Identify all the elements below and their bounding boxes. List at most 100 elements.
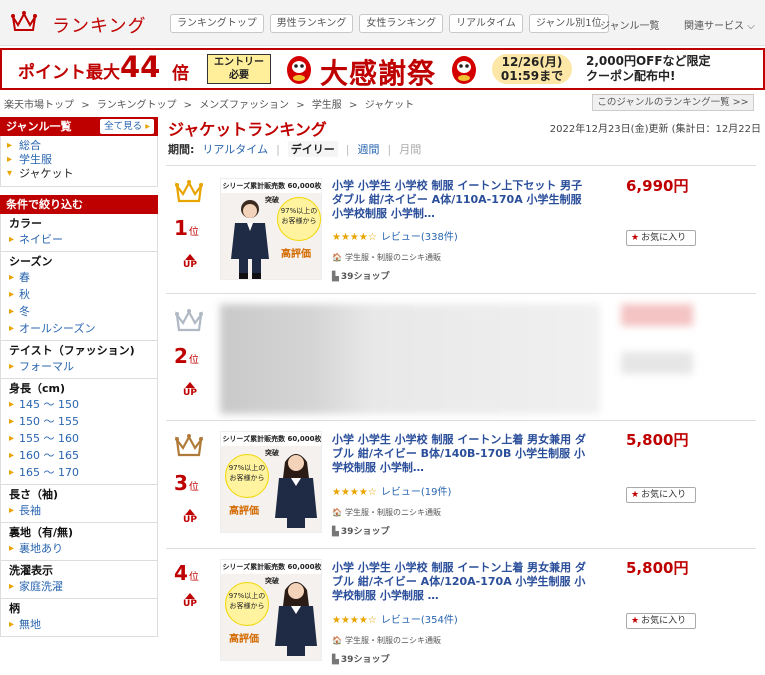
nav-genre-first[interactable]: ジャンル別1位	[528, 14, 609, 33]
breadcrumb-school-uniform[interactable]: 学生服	[312, 100, 342, 111]
thumb-rating-circle: 97%以上の お客様から	[277, 197, 321, 241]
ranking-item: 4位 UP シリーズ累計販売数 60,000枚突破 97%以上の お客様から 高…	[166, 548, 756, 675]
filter-option[interactable]: 春	[9, 269, 157, 286]
breadcrumb-jacket[interactable]: ジャケット	[365, 100, 415, 111]
product-title-link[interactable]: 小学 小学生 小学校 制服 イートン上着 男女兼用 ダブル 紺/ネイビー A体/…	[332, 561, 594, 603]
product-price: 6,990円	[626, 177, 689, 195]
filter-option[interactable]: 裏地あり	[9, 540, 157, 557]
filter-option[interactable]: オールシーズン	[9, 320, 157, 337]
breadcrumb-separator: >	[349, 100, 358, 111]
shop-name-link[interactable]: 🏠 学生服・制服のニシキ通販	[332, 635, 441, 646]
star-icon: ★	[631, 616, 640, 626]
campaign-banner[interactable]: ポイント最大 44 倍 エントリー 必要 大感謝祭 12/26(月) 01:59…	[0, 48, 765, 90]
breadcrumb: 楽天市場トップ > ランキングトップ > メンズファッション > 学生服 > ジ…	[4, 96, 418, 111]
genre-ranking-list-link[interactable]: このジャンルのランキング一覧 >>	[592, 94, 754, 111]
tab-realtime[interactable]: リアルタイム	[202, 141, 268, 157]
favorite-button[interactable]: ★ お気に入り	[626, 487, 696, 503]
breadcrumb-rakuten-top[interactable]: 楽天市場トップ	[4, 100, 74, 111]
filter-option[interactable]: 145 ～ 150	[9, 396, 157, 413]
genre-list: 総合 学生服 ジャケット	[0, 136, 158, 187]
filter-option[interactable]: 無地	[9, 616, 157, 633]
tab-monthly: 月間	[399, 143, 422, 156]
nav-realtime[interactable]: リアルタイム	[449, 14, 523, 33]
shop-name: 学生服・制服のニシキ通販	[344, 636, 441, 645]
genre-item-school-uniform[interactable]: 学生服	[7, 153, 157, 167]
rank-value: 2	[174, 344, 188, 368]
product-thumbnail[interactable]: シリーズ累計販売数 60,000枚突破 97%以上の お客様から 高評価	[220, 431, 322, 533]
deadline-line2: 01:59まで	[500, 69, 564, 83]
filter-option[interactable]: 長袖	[9, 502, 157, 519]
rank-up-indicator: UP	[180, 254, 200, 271]
filter-option[interactable]: 155 ～ 160	[9, 430, 157, 447]
header-nav: ランキングトップ 男性ランキング 女性ランキング リアルタイム ジャンル別1位	[170, 14, 609, 33]
product-thumbnail[interactable]: シリーズ累計販売数 60,000枚突破 97%以上の お客様から 高評価	[220, 559, 322, 661]
rank-up-label: UP	[183, 388, 197, 398]
favorite-button[interactable]: ★ お気に入り	[626, 230, 696, 246]
filter-option[interactable]: 秋	[9, 286, 157, 303]
coupon-line2: クーポン配布中!	[586, 69, 676, 83]
nav-ranking-top[interactable]: ランキングトップ	[170, 14, 264, 33]
filter-option[interactable]: 冬	[9, 303, 157, 320]
nav-men-ranking[interactable]: 男性ランキング	[269, 14, 354, 33]
page-title: ジャケットランキング	[168, 120, 327, 139]
rank-up-label: UP	[183, 515, 197, 525]
ranking-logo-text[interactable]: ランキング	[52, 12, 146, 38]
shop-name-link[interactable]: 🏠 学生服・制服のニシキ通販	[332, 507, 441, 518]
filter-option[interactable]: フォーマル	[9, 358, 157, 375]
ranking-item: 1位 UP シリーズ累計販売数 60,000枚突破 97%以上の お客様から 高…	[166, 165, 756, 293]
breadcrumb-separator: >	[296, 100, 305, 111]
student-boy-image	[231, 200, 269, 279]
filter-header-label: 条件で絞り込む	[6, 198, 83, 211]
blurred-price	[621, 304, 693, 326]
shop-icon: 🏠	[332, 636, 342, 645]
related-services-menu[interactable]: 関連サービス ⌵	[684, 17, 755, 32]
ranking-item: 2位 UP	[166, 293, 756, 420]
top-header: ランキング ランキングトップ 男性ランキング 女性ランキング リアルタイム ジャ…	[0, 0, 765, 46]
product-title-link[interactable]: 小学 小学生 小学校 制服 イートン上着 男女兼用 ダブル 紺/ネイビー B体/…	[332, 433, 594, 475]
filter-option[interactable]: 家庭洗濯	[9, 578, 157, 595]
crown-logo-icon[interactable]	[10, 8, 38, 36]
filter-option[interactable]: 165 ～ 170	[9, 464, 157, 481]
filter-option[interactable]: ネイビー	[9, 231, 157, 248]
filter-lining: 裏地（有/無) 裏地あり	[0, 523, 158, 561]
filter-season: シーズン 春 秋 冬 オールシーズン	[0, 252, 158, 341]
favorite-button[interactable]: ★ お気に入り	[626, 613, 696, 629]
rank-up-label: UP	[183, 599, 197, 609]
daruma-icon	[287, 56, 311, 84]
review-label: レビュー	[380, 487, 421, 498]
blurred-favorite	[621, 352, 693, 374]
shop-name: 学生服・制服のニシキ通販	[344, 253, 441, 262]
genre-list-header: ジャンル一覧 全て見る ▸	[0, 117, 158, 136]
genre-item-overall[interactable]: 総合	[7, 139, 157, 153]
shop39-label: ▙ 39ショップ	[332, 652, 389, 665]
filter-title: テイスト（ファッション)	[9, 344, 135, 357]
nav-women-ranking[interactable]: 女性ランキング	[359, 14, 444, 33]
filter-option[interactable]: 160 ～ 165	[9, 447, 157, 464]
product-thumbnail[interactable]: シリーズ累計販売数 60,000枚突破 97%以上の お客様から 高評価	[220, 178, 322, 280]
filter-option[interactable]: 150 ～ 155	[9, 413, 157, 430]
coupon-line1: 2,000円OFFなど限定	[586, 54, 711, 68]
updated-date: 2022年12月23日(金)更新 (集計日：12月22日	[549, 124, 761, 135]
review-link[interactable]: レビュー(354件)	[381, 615, 458, 626]
rank-suffix: 位	[188, 482, 199, 493]
ranking-item: 3位 UP シリーズ累計販売数 60,000枚突破 97%以上の お客様から 高…	[166, 420, 756, 548]
shop-icon: 🏠	[332, 508, 342, 517]
genre-list-header-link[interactable]: ジャンル一覧	[600, 17, 660, 32]
tab-weekly[interactable]: 週間	[358, 141, 380, 157]
breadcrumb-mens-fashion[interactable]: メンズファッション	[199, 100, 289, 111]
review-link[interactable]: レビュー(19件)	[381, 487, 452, 498]
see-all-button[interactable]: 全て見る ▸	[100, 119, 154, 134]
review-link[interactable]: レビュー(338件)	[381, 232, 458, 243]
thumb-rating-circle: 97%以上の お客様から	[225, 582, 269, 626]
rank-number: 1位	[174, 216, 199, 240]
chevron-down-icon: ⌵	[747, 21, 755, 32]
breadcrumb-separator: >	[183, 100, 193, 111]
gold-crown-icon	[175, 180, 203, 203]
rank-up-indicator: UP	[180, 382, 200, 399]
product-title-link[interactable]: 小学 小学生 小学校 制服 イートン上下セット 男子 ダブル 紺/ネイビー A体…	[332, 179, 594, 221]
breadcrumb-ranking-top[interactable]: ランキングトップ	[97, 100, 177, 111]
tab-daily[interactable]: デイリー	[287, 141, 338, 157]
filter-title: 身長（cm)	[9, 382, 66, 395]
shop-name-link[interactable]: 🏠 学生服・制服のニシキ通販	[332, 252, 441, 263]
shop-icon: 🏠	[332, 253, 342, 262]
